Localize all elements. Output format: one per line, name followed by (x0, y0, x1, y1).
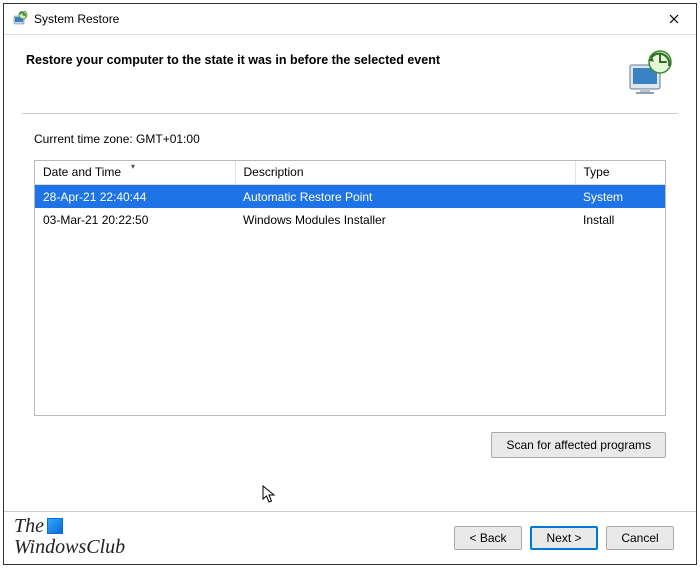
system-restore-large-icon (626, 49, 674, 97)
table-row-empty (35, 323, 665, 346)
cell-type: System (575, 185, 665, 209)
table-row[interactable]: 03-Mar-21 20:22:50Windows Modules Instal… (35, 208, 665, 231)
col-datetime-label: Date and Time (43, 165, 121, 179)
table-row-empty (35, 392, 665, 415)
cancel-button[interactable]: Cancel (606, 526, 674, 550)
header: Restore your computer to the state it wa… (4, 35, 696, 105)
table-row-empty (35, 346, 665, 369)
window-title: System Restore (34, 12, 654, 26)
table-row-empty (35, 300, 665, 323)
content: Current time zone: GMT+01:00 Date and Ti… (4, 114, 696, 424)
cell-type: Install (575, 208, 665, 231)
system-restore-window: System Restore Restore your computer to … (3, 3, 697, 565)
mouse-cursor-icon (262, 485, 278, 508)
cell-description: Automatic Restore Point (235, 185, 575, 209)
table-row-empty (35, 277, 665, 300)
col-description[interactable]: Description (235, 161, 575, 185)
cell-datetime: 28-Apr-21 22:40:44 (35, 185, 235, 209)
col-type[interactable]: Type (575, 161, 665, 185)
scan-row: Scan for affected programs (4, 424, 696, 458)
footer: < Back Next > Cancel (4, 512, 696, 564)
back-button[interactable]: < Back (454, 526, 522, 550)
col-datetime[interactable]: Date and Time ▾ (35, 161, 235, 185)
table-row-empty (35, 369, 665, 392)
next-button[interactable]: Next > (530, 526, 598, 550)
table-row-empty (35, 231, 665, 254)
close-button[interactable] (654, 5, 694, 33)
titlebar: System Restore (4, 4, 696, 35)
table-row[interactable]: 28-Apr-21 22:40:44Automatic Restore Poin… (35, 185, 665, 209)
sort-desc-icon: ▾ (131, 162, 135, 171)
scan-affected-button[interactable]: Scan for affected programs (491, 432, 666, 458)
timezone-label: Current time zone: GMT+01:00 (34, 132, 666, 146)
cell-datetime: 03-Mar-21 20:22:50 (35, 208, 235, 231)
page-heading: Restore your computer to the state it wa… (26, 49, 614, 67)
cell-description: Windows Modules Installer (235, 208, 575, 231)
restore-points-table[interactable]: Date and Time ▾ Description Type 28-Apr-… (34, 160, 666, 416)
system-restore-icon (12, 11, 28, 27)
table-row-empty (35, 254, 665, 277)
